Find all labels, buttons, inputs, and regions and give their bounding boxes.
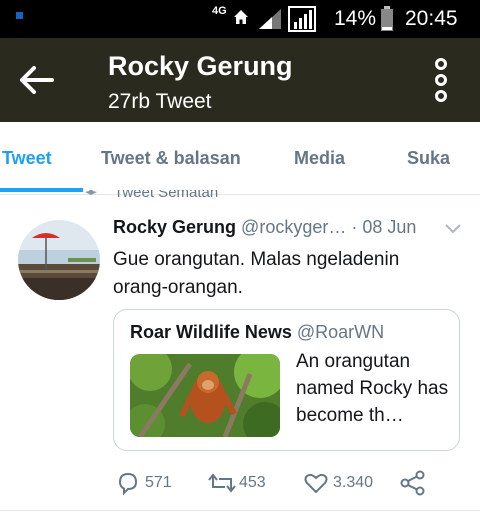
tweet-date: · 08 Jun (351, 217, 417, 237)
pinned-label-text: Tweet Sematan (114, 190, 219, 201)
tweet-header: Rocky Gerung @rockyger… · 08 Jun (113, 217, 453, 238)
heart-icon (303, 473, 329, 500)
tweet-text: Gue orangutan. Malas ngeladenin orang-or… (113, 249, 400, 298)
more-options-icon[interactable] (430, 58, 452, 107)
retweet-button[interactable]: 453 (207, 470, 266, 500)
app-bar: Rocky Gerung 27rb Tweet (0, 38, 480, 122)
reply-button[interactable]: 571 (115, 470, 172, 500)
retweet-count: 453 (239, 474, 266, 491)
back-arrow-icon[interactable] (18, 65, 54, 100)
pinned-tweet-label: Tweet Sematan (84, 190, 384, 204)
quoted-author-handle: @RoarWN (296, 322, 385, 342)
pin-icon (84, 190, 98, 203)
tab-likes[interactable]: Suka (407, 148, 450, 169)
divider (0, 510, 480, 511)
avatar[interactable] (18, 220, 100, 300)
retweet-icon (207, 473, 237, 500)
clock: 20:45 (405, 7, 458, 30)
author-name[interactable]: Rocky Gerung (113, 217, 236, 237)
active-tab-indicator (0, 188, 83, 192)
quoted-tweet-image[interactable] (130, 354, 280, 437)
tweet-actions: 571 453 3.340 (113, 470, 453, 498)
home-icon (233, 9, 249, 30)
battery-percent: 14% (334, 7, 377, 30)
quoted-tweet-header: Roar Wildlife News @RoarWN (130, 322, 384, 343)
signal-icon (258, 8, 282, 35)
tab-media[interactable]: Media (294, 148, 345, 169)
tweet-count: 27rb Tweet (108, 90, 212, 113)
notification-icon (16, 12, 23, 19)
chevron-down-icon[interactable] (444, 222, 462, 240)
author-handle: @rockyger… (241, 217, 347, 237)
share-button[interactable] (399, 470, 427, 498)
reply-count: 571 (145, 474, 172, 491)
like-button[interactable]: 3.340 (303, 470, 373, 500)
profile-tabs: Tweet Tweet & balasan Media Suka (0, 122, 480, 195)
like-count: 3.340 (333, 474, 374, 491)
network-type: 4G (212, 5, 227, 17)
share-icon (399, 470, 427, 500)
quoted-author-name: Roar Wildlife News (130, 322, 292, 342)
signal-icon (288, 6, 316, 37)
profile-name: Rocky Gerung (108, 51, 293, 81)
battery-icon (380, 6, 394, 37)
quoted-tweet[interactable]: Roar Wildlife News @RoarWN An orangutan … (113, 309, 460, 451)
status-bar: 4G 14% 20:45 (0, 0, 480, 38)
tab-tweet[interactable]: Tweet (2, 148, 52, 169)
quoted-tweet-text: An orangutan named Rocky has become th… (296, 351, 449, 426)
reply-icon (115, 472, 141, 500)
tab-tweet-replies[interactable]: Tweet & balasan (101, 148, 241, 169)
